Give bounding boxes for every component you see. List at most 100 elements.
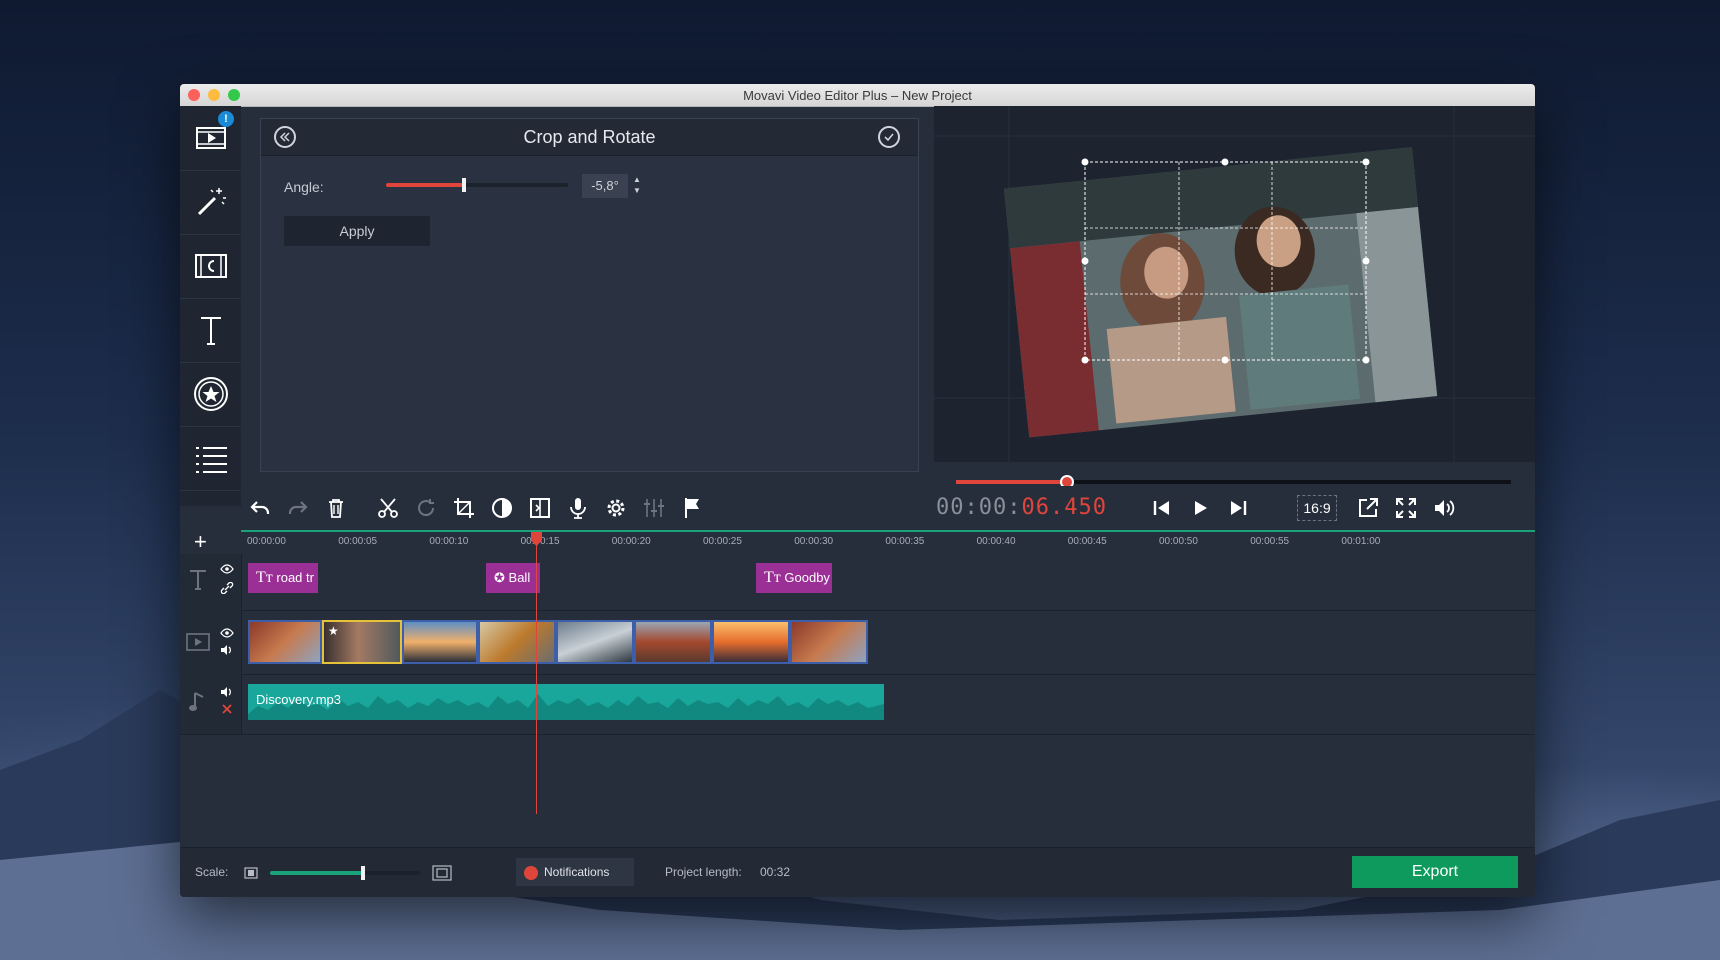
unlink-icon[interactable] [220, 702, 234, 714]
notifications-label: Notifications [544, 865, 610, 879]
magic-wand-icon [197, 188, 226, 216]
panel-title: Crop and Rotate [523, 127, 656, 147]
gear-icon [607, 499, 625, 517]
tool-sidebar: ! [180, 106, 241, 506]
fullscreen-icon [1396, 498, 1416, 518]
text-icon [200, 317, 221, 345]
skip-forward-button[interactable] [1221, 491, 1255, 525]
audio-clip-name: Discovery.mp3 [256, 692, 342, 707]
ruler-tick-label: 00:00:50 [1159, 536, 1198, 547]
add-marker-button[interactable] [675, 491, 709, 525]
title-track: Tт road tr ✪ Ball Tт Goodby [180, 554, 1535, 611]
title-clip-label: road tr [276, 570, 314, 585]
confirm-button[interactable] [878, 126, 900, 148]
crop-button[interactable] [447, 491, 481, 525]
sidebar-item-titles[interactable] [180, 298, 241, 363]
video-track-header [180, 610, 242, 674]
ruler-tick-label: 00:00:00 [247, 536, 286, 547]
external-window-icon [1359, 498, 1378, 517]
title-clip[interactable]: Tт road tr [248, 563, 318, 593]
star-icon: ★ [328, 624, 339, 638]
scale-slider[interactable] [270, 866, 420, 880]
scale-slider-handle[interactable] [361, 866, 365, 880]
angle-stepper[interactable]: ▲ ▼ [630, 174, 644, 198]
video-clip[interactable] [712, 620, 790, 664]
angle-slider-fill [386, 183, 465, 187]
sidebar-item-import[interactable]: ! [180, 106, 241, 171]
play-button[interactable] [1183, 491, 1217, 525]
microphone-icon [570, 498, 586, 519]
clip-properties-button[interactable] [599, 491, 633, 525]
transition-wizard-button[interactable] [523, 491, 557, 525]
eye-icon[interactable] [220, 628, 234, 638]
ruler-tick-label: 00:01:00 [1341, 536, 1381, 547]
export-button[interactable]: Export [1352, 856, 1518, 888]
color-adjust-button[interactable] [485, 491, 519, 525]
video-preview [934, 106, 1535, 462]
ruler-tick-label: 00:00:40 [976, 536, 1016, 547]
redo-button[interactable] [281, 491, 315, 525]
eye-icon[interactable] [220, 564, 234, 574]
title-clip-label: Goodby [784, 570, 830, 585]
video-clip[interactable] [556, 620, 634, 664]
angle-slider[interactable] [386, 178, 568, 192]
equalizer-button[interactable] [637, 491, 671, 525]
angle-value-field[interactable]: -5,8° [582, 174, 628, 198]
title-clip[interactable]: Tт Goodby [756, 563, 832, 593]
timecode-display: 00:00:06.450 [936, 495, 1107, 520]
video-clip[interactable] [634, 620, 712, 664]
sidebar-item-stickers[interactable] [180, 362, 241, 427]
timecode-static: 00:00: [936, 495, 1022, 520]
skip-back-button[interactable] [1145, 491, 1179, 525]
undo-icon [250, 501, 270, 514]
list-icon [195, 447, 227, 473]
scissors-icon [378, 498, 398, 518]
text-icon: Tт [764, 569, 781, 586]
split-button[interactable] [371, 491, 405, 525]
undo-button[interactable] [243, 491, 277, 525]
audio-clip[interactable]: Discovery.mp3 [248, 684, 884, 720]
sidebar-item-filters[interactable] [180, 170, 241, 235]
record-audio-button[interactable] [561, 491, 595, 525]
notifications-button[interactable]: Notifications [516, 858, 634, 886]
video-clip[interactable] [248, 620, 322, 664]
zoom-out-icon[interactable] [244, 867, 258, 879]
sticker-icon: ✪ [494, 570, 505, 585]
add-track-button[interactable]: + [194, 531, 214, 554]
audio-waveform [248, 694, 884, 720]
fullscreen-button[interactable] [1389, 491, 1423, 525]
apply-button[interactable]: Apply [284, 216, 430, 246]
ruler-tick-label: 00:00:10 [429, 536, 469, 547]
flag-icon [685, 498, 699, 518]
video-clip[interactable] [478, 620, 556, 664]
detach-player-button[interactable] [1351, 491, 1385, 525]
volume-button[interactable] [1427, 491, 1461, 525]
delete-button[interactable] [319, 491, 353, 525]
ruler-tick-label: 00:00:25 [703, 536, 742, 547]
video-clip[interactable] [402, 620, 478, 664]
ruler-tick-label: 00:00:05 [338, 536, 378, 547]
sidebar-item-more[interactable] [180, 426, 241, 491]
rotate-button[interactable] [409, 491, 443, 525]
app-window: Movavi Video Editor Plus – New Project ! [180, 84, 1535, 897]
sidebar-item-transitions[interactable] [180, 234, 241, 299]
angle-slider-handle[interactable] [462, 178, 467, 192]
panel-header: Crop and Rotate [261, 119, 918, 156]
video-clip-selected[interactable]: ★ [322, 620, 402, 664]
music-note-icon [189, 692, 204, 711]
scale-slider-fill [270, 871, 363, 875]
speaker-icon[interactable] [220, 644, 234, 656]
link-icon[interactable] [220, 582, 234, 594]
aspect-ratio-button[interactable]: 16:9 [1297, 495, 1337, 521]
audio-track: Discovery.mp3 [180, 674, 1535, 735]
timeline-ruler[interactable]: + 00:00:0000:00:0500:00:1000:00:1500:00:… [194, 531, 1535, 554]
video-clip[interactable] [790, 620, 868, 664]
skip-forward-icon [1231, 501, 1247, 515]
contrast-icon [492, 498, 512, 518]
ruler-tick-label: 00:00:45 [1067, 536, 1107, 547]
sticker-clip[interactable]: ✪ Ball [486, 563, 540, 593]
angle-label: Angle: [284, 179, 324, 195]
speaker-icon[interactable] [220, 686, 234, 698]
zoom-in-icon[interactable] [432, 865, 452, 881]
video-track-icon [186, 633, 210, 651]
